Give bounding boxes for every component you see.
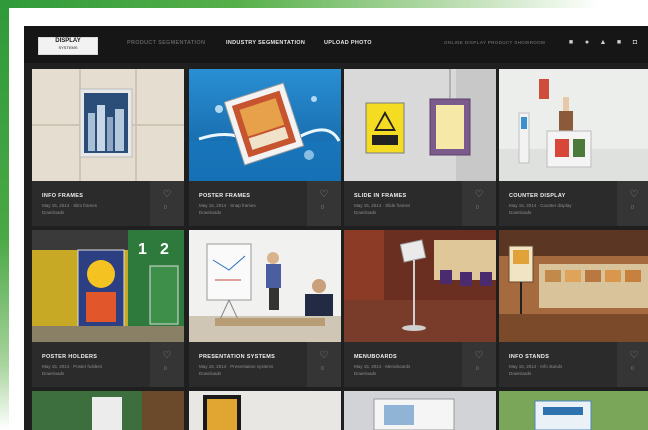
logo-top-text: DISPLAY xyxy=(55,38,81,44)
nav-showroom-link[interactable]: ONLINE DISPLAY PRODUCT SHOWROOM xyxy=(444,40,545,45)
gallery-tile-info-frames[interactable]: INFO FRAMES May 15, 2014 · Slim frames D… xyxy=(32,69,184,226)
tile-image-partial-3 xyxy=(344,391,496,430)
tile-title[interactable]: POSTER FRAMES xyxy=(199,193,250,199)
gallery-tile-menuboards[interactable]: MENUBOARDS May 15, 2014 · Menuboards Dow… xyxy=(344,230,496,387)
like-button[interactable]: ♡ 0 xyxy=(150,181,184,226)
tile-title[interactable]: INFO FRAMES xyxy=(42,193,83,199)
nav-product-segmentation[interactable]: PRODUCT SEGMENTATION xyxy=(127,40,205,46)
twitter-icon[interactable]: ▲ xyxy=(599,39,607,47)
pinterest-icon[interactable]: ● xyxy=(583,39,591,47)
like-button[interactable]: ♡ 0 xyxy=(150,342,184,387)
tile-title[interactable]: MENUBOARDS xyxy=(354,354,397,360)
tile-info-bar: PRESENTATION SYSTEMS May 15, 2014 · Pres… xyxy=(189,342,341,387)
tile-title[interactable]: POSTER HOLDERS xyxy=(42,354,97,360)
top-navigation-bar: DISPLAY SYSTEMS PRODUCT SEGMENTATION IND… xyxy=(24,26,648,63)
tile-image-poster-holders[interactable]: 1 2 xyxy=(32,230,184,342)
heart-icon: ♡ xyxy=(319,350,329,361)
tile-meta: May 15, 2014 · Menuboards xyxy=(354,364,411,369)
linkedin-icon[interactable]: ■ xyxy=(615,39,623,47)
tile-info-bar: POSTER HOLDERS May 15, 2014 · Poster hol… xyxy=(32,342,184,387)
logo-bottom-text: SYSTEMS xyxy=(58,45,78,50)
heart-icon: ♡ xyxy=(629,189,639,200)
tile-info-bar: INFO FRAMES May 15, 2014 · Slim frames D… xyxy=(32,181,184,226)
website-screenshot-frame: DISPLAY SYSTEMS PRODUCT SEGMENTATION IND… xyxy=(24,26,648,430)
tile-image-menuboards[interactable] xyxy=(344,230,496,342)
tile-image-partial-1 xyxy=(32,391,184,430)
green-top-border xyxy=(0,0,600,8)
tile-info-bar: POSTER FRAMES May 15, 2014 · Snap frames… xyxy=(189,181,341,226)
gallery-tile-poster-frames[interactable]: POSTER FRAMES May 15, 2014 · Snap frames… xyxy=(189,69,341,226)
tile-meta-secondary: Downloads xyxy=(42,371,65,376)
tile-meta: May 15, 2014 · Snap frames xyxy=(199,203,256,208)
tile-meta: May 15, 2014 · Info stands xyxy=(509,364,563,369)
site-logo[interactable]: DISPLAY SYSTEMS xyxy=(38,37,98,55)
like-count: 0 xyxy=(476,366,479,372)
like-count: 0 xyxy=(164,205,167,211)
tile-image-partial-2 xyxy=(189,391,341,430)
tile-meta: May 15, 2014 · Presentation systems xyxy=(199,364,274,369)
gallery-tile-partial-3[interactable] xyxy=(344,391,496,430)
like-button[interactable]: ♡ 0 xyxy=(307,342,341,387)
heart-icon: ♡ xyxy=(319,189,329,200)
like-count: 0 xyxy=(164,366,167,372)
gallery-tile-partial-4[interactable] xyxy=(499,391,648,430)
tile-image-info-frames[interactable] xyxy=(32,69,184,181)
like-count: 0 xyxy=(321,205,324,211)
tile-meta-secondary: Downloads xyxy=(199,371,222,376)
nav-industry-segmentation[interactable]: INDUSTRY SEGMENTATION xyxy=(226,40,305,46)
like-count: 0 xyxy=(476,205,479,211)
like-button[interactable]: ♡ 0 xyxy=(617,181,648,226)
tile-meta: May 15, 2014 · Counter display xyxy=(509,203,572,208)
nav-upload-photo[interactable]: UPLOAD PHOTO xyxy=(324,40,372,46)
heart-icon: ♡ xyxy=(162,350,172,361)
tile-title[interactable]: INFO STANDS xyxy=(509,354,549,360)
tile-image-partial-4 xyxy=(499,391,648,430)
tile-info-bar: MENUBOARDS May 15, 2014 · Menuboards Dow… xyxy=(344,342,496,387)
heart-icon: ♡ xyxy=(474,350,484,361)
gallery-tile-counter-display[interactable]: COUNTER DISPLAY May 15, 2014 · Counter d… xyxy=(499,69,648,226)
svg-text:1: 1 xyxy=(138,241,147,258)
heart-icon: ♡ xyxy=(629,350,639,361)
tile-image-slide-in-frames[interactable] xyxy=(344,69,496,181)
like-button[interactable]: ♡ 0 xyxy=(617,342,648,387)
gallery-tile-poster-holders[interactable]: 1 2 POSTER HOLDERS May 15, 2014 · Poster… xyxy=(32,230,184,387)
tile-title[interactable]: PRESENTATION SYSTEMS xyxy=(199,354,275,360)
tile-meta: May 15, 2014 · Slide frames xyxy=(354,203,411,208)
gallery-tile-info-stands[interactable]: INFO STANDS May 15, 2014 · Info stands D… xyxy=(499,230,648,387)
like-count: 0 xyxy=(631,366,634,372)
tile-title[interactable]: SLIDE IN FRAMES xyxy=(354,193,406,199)
instagram-icon[interactable]: ◘ xyxy=(631,39,639,47)
tile-image-presentation-systems[interactable] xyxy=(189,230,341,342)
svg-text:2: 2 xyxy=(160,241,169,258)
tile-meta-secondary: Downloads xyxy=(354,210,377,215)
like-button[interactable]: ♡ 0 xyxy=(462,342,496,387)
gallery-tile-partial-1[interactable] xyxy=(32,391,184,430)
tile-image-counter-display[interactable] xyxy=(499,69,648,181)
gallery-tile-slide-in-frames[interactable]: SLIDE IN FRAMES May 15, 2014 · Slide fra… xyxy=(344,69,496,226)
like-button[interactable]: ♡ 0 xyxy=(462,181,496,226)
like-count: 0 xyxy=(631,205,634,211)
tile-meta-secondary: Downloads xyxy=(509,371,532,376)
like-button[interactable]: ♡ 0 xyxy=(307,181,341,226)
tile-image-info-stands[interactable] xyxy=(499,230,648,342)
facebook-icon[interactable]: ■ xyxy=(567,39,575,47)
gallery-tile-partial-2[interactable] xyxy=(189,391,341,430)
gallery-tile-presentation-systems[interactable]: PRESENTATION SYSTEMS May 15, 2014 · Pres… xyxy=(189,230,341,387)
like-count: 0 xyxy=(321,366,324,372)
tile-info-bar: SLIDE IN FRAMES May 15, 2014 · Slide fra… xyxy=(344,181,496,226)
tile-title[interactable]: COUNTER DISPLAY xyxy=(509,193,566,199)
heart-icon: ♡ xyxy=(162,189,172,200)
tile-image-poster-frames[interactable] xyxy=(189,69,341,181)
tile-meta-secondary: Downloads xyxy=(199,210,222,215)
tile-meta: May 15, 2014 · Slim frames xyxy=(42,203,98,208)
tile-meta-secondary: Downloads xyxy=(354,371,377,376)
tile-meta-secondary: Downloads xyxy=(509,210,532,215)
tile-info-bar: INFO STANDS May 15, 2014 · Info stands D… xyxy=(499,342,648,387)
heart-icon: ♡ xyxy=(474,189,484,200)
tile-info-bar: COUNTER DISPLAY May 15, 2014 · Counter d… xyxy=(499,181,648,226)
tile-meta: May 15, 2014 · Poster holders xyxy=(42,364,103,369)
tile-meta-secondary: Downloads xyxy=(42,210,65,215)
green-left-border xyxy=(0,0,9,430)
